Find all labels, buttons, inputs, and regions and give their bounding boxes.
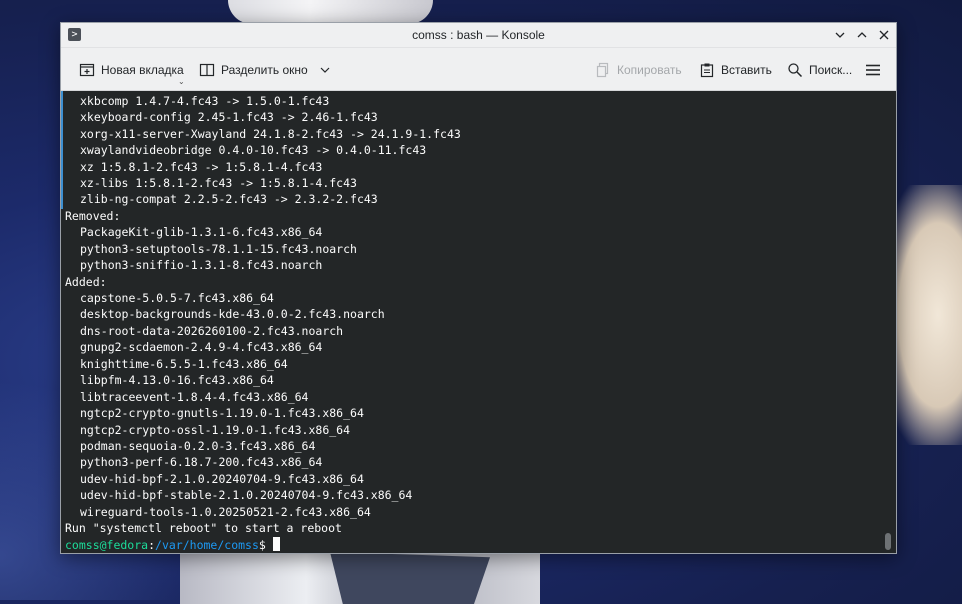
package-line: python3-perf-6.18.7-200.fc43.x86_64 — [80, 455, 323, 470]
wallpaper-rocket-top — [228, 0, 433, 24]
toolbar: Новая вкладка ⌄ Разделить окно Копироват… — [61, 47, 896, 91]
prompt-separator: : — [148, 537, 156, 552]
search-button[interactable]: Поиск... — [783, 56, 856, 84]
split-view-label: Разделить окно — [221, 62, 308, 77]
split-view-icon — [199, 62, 215, 78]
package-line: wireguard-tools-1.0.20250521-2.fc43.x86_… — [80, 504, 371, 519]
new-tab-button[interactable]: Новая вкладка — [75, 56, 188, 84]
paste-icon — [699, 62, 715, 78]
reboot-message: Run "systemctl reboot" to start a reboot — [65, 521, 342, 536]
new-tab-icon — [79, 62, 95, 78]
package-line: PackageKit-glib-1.3.1-6.fc43.x86_64 — [80, 225, 323, 240]
package-line: udev-hid-bpf-stable-2.1.0.20240704-9.fc4… — [80, 488, 413, 503]
package-line: python3-sniffio-1.3.1-8.fc43.noarch — [80, 258, 323, 273]
package-line: capstone-5.0.5-7.fc43.x86_64 — [80, 291, 274, 305]
paste-button[interactable]: Вставить — [695, 56, 776, 84]
package-line: dns-root-data-2026260100-2.fc43.noarch — [80, 323, 344, 338]
maximize-icon[interactable] — [856, 29, 868, 41]
package-line: libtraceevent-1.8.4-4.fc43.x86_64 — [80, 389, 309, 404]
package-line: xz-libs 1:5.8.1-2.fc43 -> 1:5.8.1-4.fc43 — [80, 175, 357, 190]
package-line: zlib-ng-compat 2.2.5-2.fc43 -> 2.3.2-2.f… — [80, 192, 378, 207]
package-line: gnupg2-scdaemon-2.4.9-4.fc43.x86_64 — [80, 340, 323, 355]
added-list: capstone-5.0.5-7.fc43.x86_64 desktop-back… — [65, 290, 896, 520]
scroll-marker — [61, 90, 63, 209]
package-line: xz 1:5.8.1-2.fc43 -> 1:5.8.1-4.fc43 — [80, 159, 323, 174]
package-line: python3-setuptools-78.1.1-15.fc43.noarch — [80, 241, 357, 256]
prompt-path: /var/home/comss — [155, 537, 259, 552]
copy-icon — [595, 62, 611, 78]
konsole-window: > comss : bash — Konsole Новая вкладка ⌄ — [60, 22, 897, 554]
prompt-symbol: $ — [258, 537, 266, 552]
hamburger-menu-button[interactable] — [861, 56, 885, 84]
package-line: podman-sequoia-0.2.0-3.fc43.x86_64 — [80, 438, 316, 453]
package-line: knighttime-6.5.5-1.fc43.x86_64 — [80, 356, 288, 371]
minimize-icon[interactable] — [834, 29, 846, 41]
split-view-button[interactable]: Разделить окно — [195, 56, 334, 84]
package-line: desktop-backgrounds-kde-43.0.0-2.fc43.no… — [80, 307, 385, 322]
prompt-user: comss@fedora — [65, 537, 149, 552]
terminal-output[interactable]: xkbcomp 1.4.7-4.fc43 -> 1.5.0-1.fc43 xkey… — [61, 90, 896, 553]
removed-header: Removed: — [65, 208, 121, 223]
new-tab-menu-arrow-icon[interactable]: ⌄ — [178, 77, 185, 86]
package-line: ngtcp2-crypto-gnutls-1.19.0-1.fc43.x86_6… — [80, 406, 364, 421]
text-cursor — [272, 536, 280, 551]
package-line: xorg-x11-server-Xwayland 24.1.8-2.fc43 -… — [80, 126, 461, 141]
paste-label: Вставить — [721, 62, 772, 77]
upgraded-list: xkbcomp 1.4.7-4.fc43 -> 1.5.0-1.fc43 xkey… — [65, 93, 896, 208]
chevron-down-icon — [320, 65, 330, 75]
wallpaper-rocket-fin — [330, 552, 490, 604]
copy-label: Копировать — [617, 62, 682, 77]
close-icon[interactable] — [878, 29, 890, 41]
hamburger-menu-icon — [865, 62, 881, 78]
package-line: udev-hid-bpf-2.1.0.20240704-9.fc43.x86_6… — [80, 471, 364, 486]
package-line: xkbcomp 1.4.7-4.fc43 -> 1.5.0-1.fc43 — [80, 93, 330, 108]
package-line: xkeyboard-config 2.45-1.fc43 -> 2.46-1.f… — [80, 110, 378, 125]
removed-list: PackageKit-glib-1.3.1-6.fc43.x86_64 pytho… — [65, 224, 896, 273]
search-label: Поиск... — [809, 62, 853, 77]
shell-prompt[interactable]: comss@fedora:/var/home/comss$ — [65, 536, 896, 553]
package-line: libpfm-4.13.0-16.fc43.x86_64 — [80, 373, 274, 388]
window-controls — [834, 23, 890, 47]
scrollbar-handle[interactable] — [885, 533, 891, 550]
package-line: xwaylandvideobridge 0.4.0-10.fc43 -> 0.4… — [80, 143, 427, 158]
search-icon — [787, 62, 803, 78]
window-title: comss : bash — Konsole — [412, 28, 545, 42]
added-header: Added: — [65, 274, 107, 289]
new-tab-label: Новая вкладка — [101, 62, 184, 77]
package-line: ngtcp2-crypto-ossl-1.19.0-1.fc43.x86_64 — [80, 422, 351, 437]
copy-button[interactable]: Копировать — [591, 56, 686, 84]
title-bar[interactable]: > comss : bash — Konsole — [61, 23, 896, 48]
